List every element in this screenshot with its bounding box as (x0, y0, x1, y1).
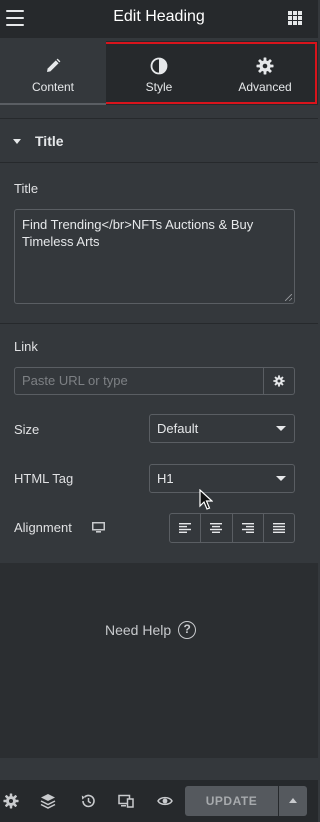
dropdown-arrow-icon (276, 476, 286, 481)
align-right-icon (241, 523, 254, 533)
tab-content-label: Content (31, 80, 75, 94)
layers-icon[interactable] (40, 793, 56, 809)
dropdown-arrow-icon (276, 426, 286, 431)
size-select[interactable]: Default (149, 414, 295, 443)
panel-header: Edit Heading (0, 0, 318, 38)
html-tag-select-value: H1 (157, 471, 174, 486)
html-tag-select[interactable]: H1 (149, 464, 295, 493)
pencil-icon (47, 58, 61, 72)
tab-advanced-label: Advanced (238, 80, 292, 94)
preview-eye-icon[interactable] (157, 793, 173, 809)
tab-style-label: Style (145, 80, 173, 94)
title-textarea[interactable]: Find Trending</br>NFTs Auctions & Buy Ti… (14, 209, 295, 304)
divider (0, 323, 318, 324)
responsive-mode-icon[interactable] (118, 793, 134, 809)
update-options-button[interactable] (279, 786, 307, 816)
divider (0, 162, 318, 163)
align-justify-icon (272, 523, 285, 533)
tab-advanced[interactable]: Advanced (212, 41, 318, 105)
size-select-value: Default (157, 421, 199, 436)
editor-tabs: Content Style Advanced (0, 41, 318, 105)
caret-down-icon (13, 138, 21, 144)
desktop-icon[interactable] (92, 522, 105, 533)
align-center-button[interactable] (201, 514, 233, 542)
contrast-icon (150, 57, 168, 75)
settings-icon[interactable] (3, 793, 19, 809)
alignment-field-label: Alignment (14, 520, 72, 535)
align-left-button[interactable] (170, 514, 202, 542)
divider (0, 118, 318, 119)
resize-handle-icon[interactable] (285, 294, 292, 301)
mouse-cursor-icon (199, 489, 213, 510)
history-icon[interactable] (80, 793, 96, 809)
align-left-icon (179, 523, 192, 533)
tab-style[interactable]: Style (106, 41, 212, 105)
tab-content[interactable]: Content (0, 41, 106, 105)
align-right-button[interactable] (233, 514, 264, 542)
title-field-label: Title (14, 181, 39, 196)
title-textarea-value: Find Trending</br>NFTs Auctions & Buy Ti… (22, 217, 254, 249)
align-justify-button[interactable] (264, 514, 294, 542)
html-tag-field-label: HTML Tag (14, 471, 74, 486)
align-center-icon (210, 523, 223, 533)
gear-icon (273, 375, 285, 387)
need-help-label: Need Help (105, 622, 172, 638)
gear-icon (256, 57, 274, 75)
alignment-control (169, 513, 295, 543)
help-area (0, 563, 318, 758)
size-field-label: Size (14, 422, 40, 437)
link-url-input[interactable]: Paste URL or type (14, 367, 264, 395)
need-help-link[interactable]: Need Help ? (105, 621, 197, 639)
section-title: Title (35, 133, 64, 149)
question-icon: ? (178, 621, 197, 639)
link-field-label: Link (14, 339, 38, 354)
grid-icon[interactable] (288, 11, 302, 25)
panel-title: Edit Heading (113, 8, 205, 25)
link-options-button[interactable] (264, 367, 295, 395)
update-button[interactable]: UPDATE (185, 786, 278, 816)
section-toggle-title[interactable]: Title (0, 120, 318, 162)
